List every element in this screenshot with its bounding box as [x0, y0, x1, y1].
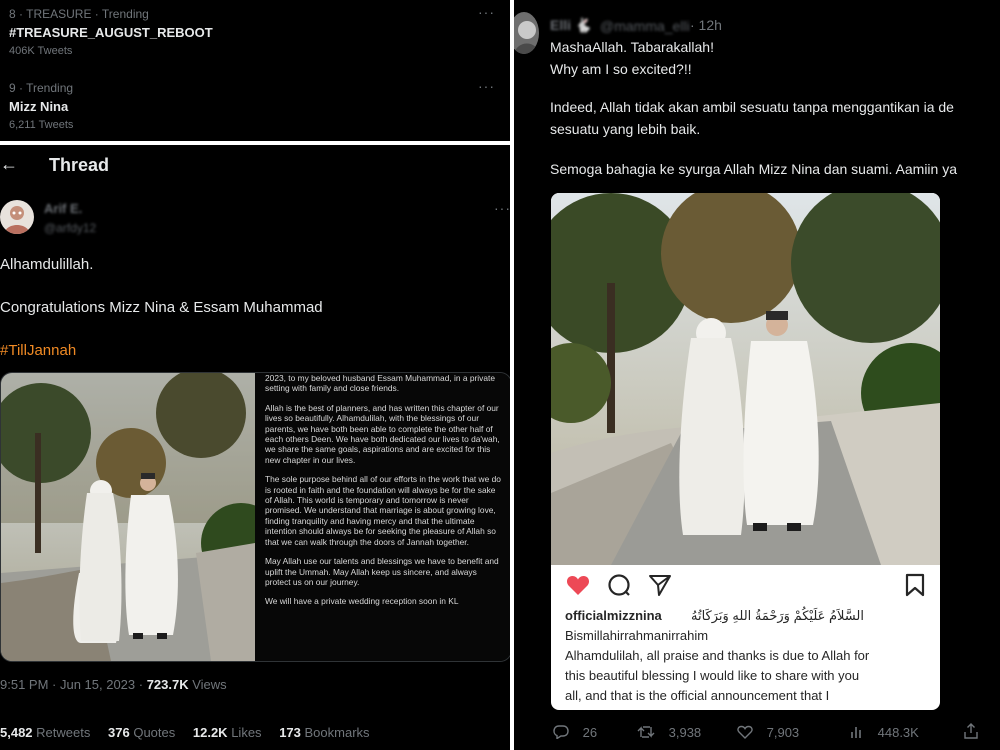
trend-name[interactable]: #TREASURE_AUGUST_REBOOT: [9, 25, 213, 40]
comment-icon[interactable]: [607, 573, 631, 602]
ig-caption-line: Bismillahirrahmanirrahim: [565, 628, 709, 643]
stat-quotes[interactable]: 376 Quotes: [108, 725, 175, 740]
share-icon[interactable]: [648, 573, 672, 602]
tweet-stats: 5,482 Retweets 376 Quotes 12.2K Likes 17…: [0, 725, 370, 740]
reply-line: MashaAllah. Tabarakallah!: [550, 39, 714, 55]
more-icon[interactable]: ···: [494, 200, 510, 216]
stat-bookmarks[interactable]: 173 Bookmarks: [279, 725, 369, 740]
timestamp-text: 9:51 PM · Jun 15, 2023 ·: [0, 677, 147, 692]
trend-count: 406K Tweets: [9, 45, 73, 57]
retweet-action[interactable]: 3,938: [637, 725, 701, 740]
ig-arabic-greeting: السَّلاَمُ عَلَيْكُمْ وَرَحْمَةُ اللهِ و…: [691, 608, 864, 623]
avatar[interactable]: [514, 12, 539, 54]
stat-number: 12.2K: [192, 725, 228, 740]
instagram-post-card[interactable]: officialmizznina السَّلاَمُ عَلَيْكُمْ و…: [551, 193, 940, 710]
trend-count: 6,211 Tweets: [9, 119, 74, 131]
stat-likes[interactable]: 12.2K Likes: [193, 725, 262, 740]
reply-icon: [553, 725, 573, 740]
reply-line: Semoga bahagia ke syurga Allah Mizz Nina…: [550, 161, 957, 177]
views-action[interactable]: 448.3K: [850, 725, 919, 740]
views-chart-icon: [850, 725, 868, 740]
like-action[interactable]: 7,903: [737, 725, 799, 740]
letter-paragraph: May Allah use our talents and blessings …: [265, 556, 499, 587]
avatar[interactable]: [0, 200, 34, 234]
views-count: 448.3K: [877, 725, 919, 740]
stat-number: 173: [279, 725, 301, 740]
left-pane: 8 · TREASURE · Trending ··· #TREASURE_AU…: [0, 0, 510, 750]
stat-label: Bookmarks: [304, 725, 370, 740]
like-count: 7,903: [766, 725, 800, 740]
trend-meta: 9 · Trending: [9, 81, 74, 95]
ig-username[interactable]: officialmizznina: [565, 607, 662, 625]
tweet-media[interactable]: 2023, to my beloved husband Essam Muhamm…: [0, 372, 510, 662]
stat-number: 5,482: [0, 725, 33, 740]
section-divider: [0, 141, 510, 145]
stat-retweets[interactable]: 5,482 Retweets: [0, 725, 90, 740]
retweet-icon: [637, 725, 659, 740]
views-count: 723.7K: [146, 677, 189, 692]
reply-action[interactable]: 26: [553, 725, 597, 740]
stat-label: Quotes: [133, 725, 176, 740]
page-title: Thread: [49, 155, 110, 175]
ig-caption-line: Alhamdulilah, all praise and thanks is d…: [565, 648, 870, 663]
ig-caption-line: this beautiful blessing I would like to …: [565, 668, 860, 683]
letter-paragraph: We will have a private wedding reception…: [265, 596, 459, 607]
letter-paragraph: 2023, to my beloved husband Essam Muhamm…: [265, 373, 495, 394]
announcement-letter: 2023, to my beloved husband Essam Muhamm…: [255, 373, 510, 661]
share-action[interactable]: [964, 723, 978, 742]
reply-author-name[interactable]: Elli 🐇: [550, 17, 592, 34]
upload-share-icon: [964, 723, 978, 742]
tweet-timestamp: 9:51 PM · Jun 15, 2023 · 723.7K Views: [0, 677, 227, 692]
views-label: Views: [188, 677, 227, 692]
stat-label: Likes: [231, 725, 262, 740]
tweet-line: Alhamdulillah.: [0, 256, 94, 273]
tweet-line: Congratulations Mizz Nina & Essam Muhamm…: [0, 299, 323, 316]
reply-line: Why am I so excited?!!: [550, 61, 692, 77]
hashtag-link[interactable]: #TillJannah: [0, 342, 76, 359]
letter-paragraph: The sole purpose behind all of our effor…: [265, 474, 501, 547]
reply-author-handle[interactable]: @mamma_elli: [600, 18, 690, 34]
ig-caption-line: all, and that is the official announceme…: [565, 688, 830, 703]
heart-outline-icon: [737, 725, 757, 740]
reply-line: Indeed, Allah tidak akan ambil sesuatu t…: [550, 99, 954, 115]
retweet-count: 3,938: [668, 725, 702, 740]
wedding-photo: [1, 373, 255, 661]
stat-number: 376: [108, 725, 130, 740]
author-handle[interactable]: @arfdy12: [44, 221, 96, 235]
trend-meta: 8 · TREASURE · Trending: [9, 7, 149, 21]
back-arrow-icon[interactable]: ←: [0, 154, 18, 175]
reply-count: 26: [582, 725, 598, 740]
author-name[interactable]: Arif E.: [44, 201, 82, 216]
trend-name[interactable]: Mizz Nina: [9, 99, 68, 114]
stat-label: Retweets: [36, 725, 91, 740]
bookmark-icon[interactable]: [905, 573, 925, 602]
more-icon[interactable]: ···: [478, 78, 495, 94]
like-heart-icon[interactable]: [566, 574, 590, 601]
wedding-photo: [551, 193, 940, 565]
reply-time: · 12h: [690, 17, 722, 33]
letter-paragraph: Allah is the best of planners, and has w…: [265, 402, 500, 465]
reply-line: sesuatu yang lebih baik.: [550, 121, 701, 137]
more-icon[interactable]: ···: [478, 4, 495, 20]
